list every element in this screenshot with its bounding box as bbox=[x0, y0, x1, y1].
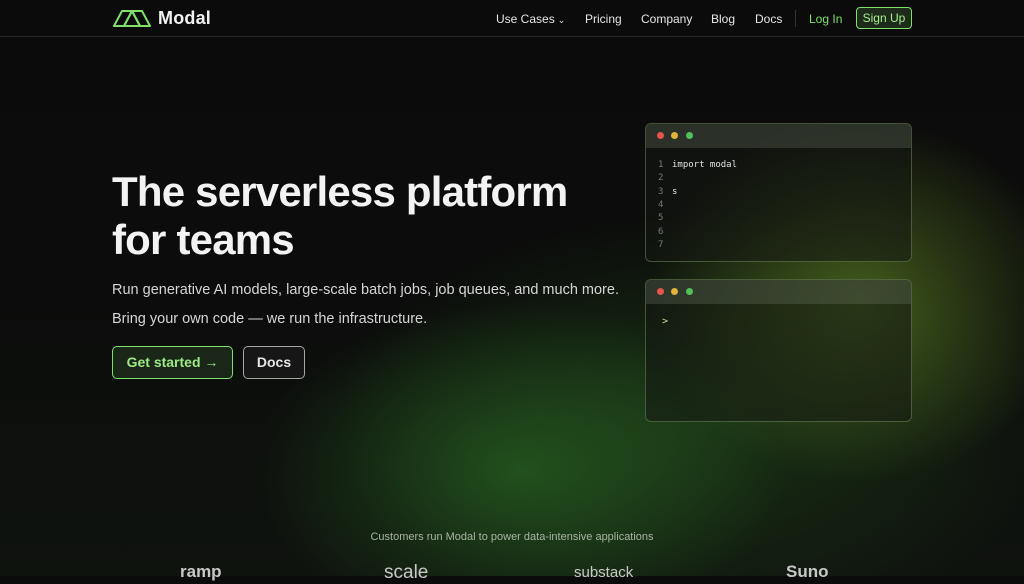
modal-logo-icon bbox=[113, 10, 151, 27]
minimize-dot-icon bbox=[671, 132, 678, 139]
line-number: 7 bbox=[658, 240, 664, 250]
terminal-prompt: > bbox=[662, 316, 669, 327]
minimize-dot-icon bbox=[671, 288, 678, 295]
hero-subtitle-1: Run generative AI models, large-scale ba… bbox=[112, 282, 619, 298]
code-line: 7 bbox=[658, 239, 672, 252]
nav-use-cases-label: Use Cases bbox=[496, 12, 555, 26]
hero-subtitle-2: Bring your own code — we run the infrast… bbox=[112, 311, 428, 327]
nav-blog[interactable]: Blog bbox=[711, 12, 735, 26]
brand-name: Modal bbox=[158, 7, 211, 28]
editor-title-bar bbox=[646, 124, 911, 148]
line-number: 5 bbox=[658, 213, 664, 223]
customer-logo-ramp: ramp bbox=[180, 562, 222, 581]
close-dot-icon bbox=[657, 132, 664, 139]
customer-logo-substack: substack bbox=[574, 564, 634, 581]
login-link[interactable]: Log In bbox=[809, 12, 842, 26]
terminal-title-bar bbox=[646, 280, 911, 304]
line-code: import modal bbox=[672, 160, 738, 170]
terminal-panel[interactable]: > bbox=[645, 279, 912, 422]
customer-logo-scale: scale bbox=[384, 562, 429, 583]
code-line: 1 import modal bbox=[658, 159, 737, 172]
line-number: 4 bbox=[658, 200, 664, 210]
chevron-down-icon: ⌄ bbox=[557, 15, 566, 25]
nav-use-cases[interactable]: Use Cases ⌄ bbox=[496, 12, 565, 26]
get-started-button[interactable]: Get started → bbox=[112, 346, 233, 379]
nav-company[interactable]: Company bbox=[641, 12, 692, 26]
code-line: 3s bbox=[658, 186, 677, 199]
code-line: 2 bbox=[658, 172, 672, 185]
hero-title: The serverless platform for teams bbox=[112, 168, 612, 264]
code-editor-panel[interactable]: 1 import modal 2 3s 4 5 6 7 bbox=[645, 123, 912, 262]
top-nav-bar: Modal Use Cases ⌄ Pricing Company Blog Do… bbox=[0, 0, 1024, 37]
docs-button[interactable]: Docs bbox=[243, 346, 305, 379]
line-number: 6 bbox=[658, 227, 664, 237]
brand-logo[interactable]: Modal bbox=[112, 7, 211, 29]
line-number: 3 bbox=[658, 187, 664, 197]
code-line: 5 bbox=[658, 212, 672, 225]
close-dot-icon bbox=[657, 288, 664, 295]
hero-title-line2: for teams bbox=[112, 216, 295, 263]
signup-button[interactable]: Sign Up bbox=[856, 7, 912, 29]
line-number: 2 bbox=[658, 173, 664, 183]
customers-caption: Customers run Modal to power data-intens… bbox=[370, 531, 654, 543]
code-line: 6 bbox=[658, 226, 672, 239]
nav-divider bbox=[795, 10, 796, 27]
nav-docs[interactable]: Docs bbox=[755, 12, 782, 26]
hero-title-line1: The serverless platform bbox=[112, 168, 568, 215]
maximize-dot-icon bbox=[686, 132, 693, 139]
maximize-dot-icon bbox=[686, 288, 693, 295]
nav-pricing[interactable]: Pricing bbox=[585, 12, 622, 26]
line-code: s bbox=[672, 187, 678, 197]
customer-logo-suno: Suno bbox=[786, 562, 829, 581]
code-line: 4 bbox=[658, 199, 672, 212]
line-number: 1 bbox=[658, 160, 664, 170]
